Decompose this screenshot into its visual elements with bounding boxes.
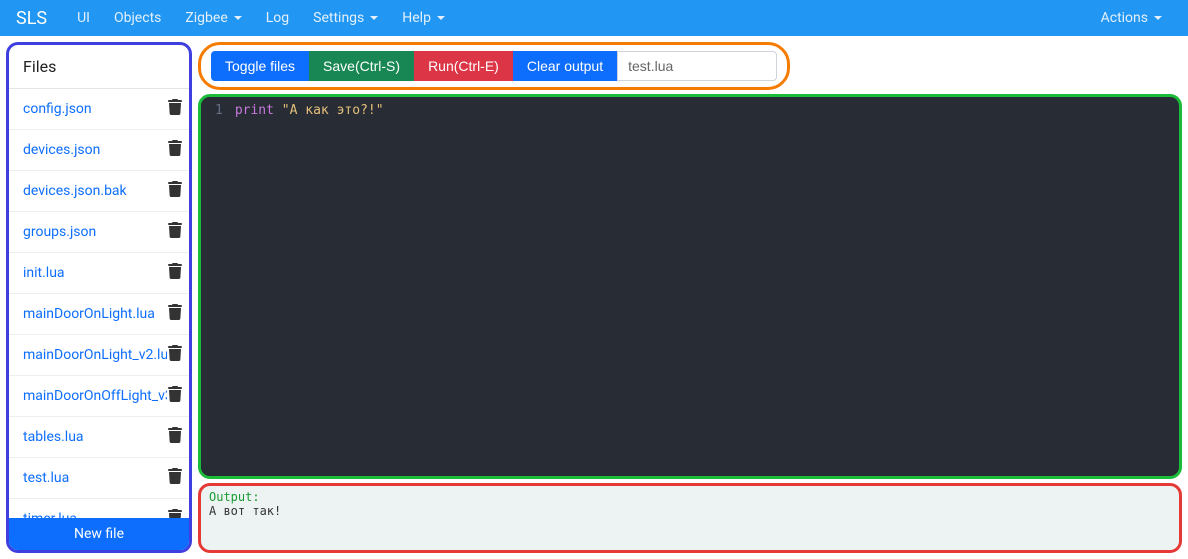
file-item: test.lua	[9, 458, 189, 499]
files-panel: Files config.json devices.json devices.jso…	[6, 42, 192, 553]
file-item: mainDoorOnOffLight_v3.lua	[9, 376, 189, 417]
editor-gutter: 1	[201, 97, 231, 476]
nav-label: Help	[402, 10, 431, 26]
trash-icon[interactable]	[167, 181, 183, 201]
main: Files config.json devices.json devices.jso…	[0, 36, 1188, 559]
file-item: timer.lua	[9, 499, 189, 518]
nav-actions[interactable]: Actions	[1091, 4, 1172, 32]
file-name[interactable]: init.lua	[23, 265, 65, 281]
toggle-files-button[interactable]: Toggle files	[211, 51, 309, 81]
file-name[interactable]: groups.json	[23, 224, 96, 240]
file-name[interactable]: test.lua	[23, 470, 69, 486]
navbar: SLS UI Objects Zigbee Log Settings Help Actio…	[0, 0, 1188, 36]
nav-actions-label: Actions	[1101, 10, 1148, 26]
toolbar: Toggle files Save(Ctrl-S) Run(Ctrl-E) Cl…	[198, 42, 790, 90]
filename-input[interactable]	[617, 51, 777, 81]
run-button[interactable]: Run(Ctrl-E)	[414, 51, 513, 81]
file-item: init.lua	[9, 253, 189, 294]
navbar-nav: UI Objects Zigbee Log Settings Help	[67, 4, 1091, 32]
nav-help[interactable]: Help	[392, 4, 455, 32]
output-label: Output:	[209, 490, 1171, 504]
files-list: config.json devices.json devices.json.bak g…	[9, 89, 189, 518]
right-column: Toggle files Save(Ctrl-S) Run(Ctrl-E) Cl…	[198, 42, 1182, 553]
code-area[interactable]: print "А как это?!"	[231, 97, 1179, 476]
trash-icon[interactable]	[167, 468, 183, 488]
chevron-down-icon	[437, 16, 445, 20]
nav-label: UI	[77, 10, 90, 26]
chevron-down-icon	[370, 16, 378, 20]
file-name[interactable]: devices.json.bak	[23, 183, 127, 199]
file-name[interactable]: mainDoorOnLight_v2.lua	[23, 347, 167, 363]
nav-settings[interactable]: Settings	[303, 4, 388, 32]
nav-label: Log	[266, 10, 289, 26]
file-name[interactable]: tables.lua	[23, 429, 84, 445]
chevron-down-icon	[234, 16, 242, 20]
trash-icon[interactable]	[167, 140, 183, 160]
clear-output-button[interactable]: Clear output	[513, 51, 617, 81]
chevron-down-icon	[1154, 16, 1162, 20]
code-string: "А как это?!"	[282, 103, 384, 118]
nav-label: Objects	[114, 10, 161, 26]
code-keyword: print	[235, 103, 274, 118]
trash-icon[interactable]	[167, 263, 183, 283]
trash-icon[interactable]	[167, 345, 183, 365]
trash-icon[interactable]	[167, 304, 183, 324]
files-header: Files	[9, 45, 189, 89]
output-panel: Output: А вот так!	[198, 483, 1182, 553]
trash-icon[interactable]	[167, 427, 183, 447]
nav-log[interactable]: Log	[256, 4, 299, 32]
line-number: 1	[215, 103, 223, 118]
file-name[interactable]: mainDoorOnLight.lua	[23, 306, 155, 322]
code-editor[interactable]: 1 print "А как это?!"	[198, 94, 1182, 479]
file-name[interactable]: devices.json	[23, 142, 100, 158]
trash-icon[interactable]	[167, 386, 183, 406]
nav-label: Settings	[313, 10, 364, 26]
nav-zigbee[interactable]: Zigbee	[175, 4, 251, 32]
file-item: tables.lua	[9, 417, 189, 458]
trash-icon[interactable]	[167, 509, 183, 518]
file-item: mainDoorOnLight.lua	[9, 294, 189, 335]
file-item: mainDoorOnLight_v2.lua	[9, 335, 189, 376]
navbar-right: Actions	[1091, 4, 1172, 32]
file-name[interactable]: config.json	[23, 101, 92, 117]
file-name[interactable]: mainDoorOnOffLight_v3.lua	[23, 388, 167, 404]
nav-objects[interactable]: Objects	[104, 4, 171, 32]
nav-ui[interactable]: UI	[67, 4, 100, 32]
navbar-brand[interactable]: SLS	[16, 8, 47, 29]
file-item: groups.json	[9, 212, 189, 253]
new-file-button[interactable]: New file	[9, 518, 189, 550]
nav-label: Zigbee	[185, 10, 227, 26]
trash-icon[interactable]	[167, 99, 183, 119]
file-item: devices.json.bak	[9, 171, 189, 212]
file-item: config.json	[9, 89, 189, 130]
trash-icon[interactable]	[167, 222, 183, 242]
save-button[interactable]: Save(Ctrl-S)	[309, 51, 414, 81]
file-name[interactable]: timer.lua	[23, 511, 77, 518]
file-item: devices.json	[9, 130, 189, 171]
output-text: А вот так!	[209, 504, 1171, 518]
